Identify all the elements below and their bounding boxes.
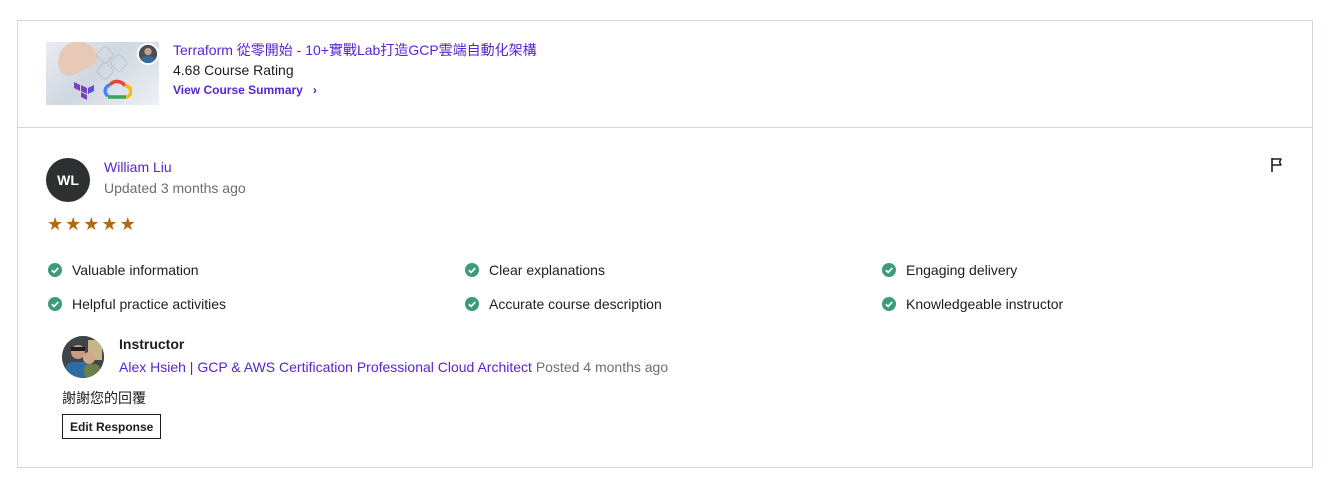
check-circle-icon <box>882 263 896 277</box>
view-course-summary-label: View Course Summary <box>173 83 303 97</box>
instructor-avatar <box>62 336 104 378</box>
review-updated-time: Updated 3 months ago <box>104 180 246 196</box>
feedback-label: Accurate course description <box>489 296 662 312</box>
course-rating: 4.68 Course Rating <box>173 62 294 78</box>
check-circle-icon <box>465 297 479 311</box>
check-circle-icon <box>48 263 62 277</box>
course-title-link[interactable]: Terraform 從零開始 - 10+實戰Lab打造GCP雲端自動化架構 <box>173 40 537 60</box>
star-icon: ★ <box>101 214 118 234</box>
review-section: WL William Liu Updated 3 months ago ★ ★ … <box>18 129 1312 467</box>
terraform-logo-icon <box>74 82 94 100</box>
instructor-avatar-small <box>137 43 159 65</box>
course-header: Terraform 從零開始 - 10+實戰Lab打造GCP雲端自動化架構 4.… <box>18 21 1312 128</box>
review-card: Terraform 從零開始 - 10+實戰Lab打造GCP雲端自動化架構 4.… <box>17 20 1313 468</box>
view-course-summary-link[interactable]: View Course Summary › <box>173 83 317 97</box>
instructor-name-link[interactable]: Alex Hsieh | GCP & AWS Certification Pro… <box>119 359 532 375</box>
feedback-label: Valuable information <box>72 262 199 278</box>
feedback-item: Knowledgeable instructor <box>882 296 1063 312</box>
chevron-right-icon: › <box>312 83 317 97</box>
star-icon: ★ <box>119 214 136 234</box>
person-photo-icon <box>62 336 104 378</box>
feedback-item: Engaging delivery <box>882 262 1017 278</box>
feedback-item: Clear explanations <box>465 262 605 278</box>
feedback-item: Helpful practice activities <box>48 296 226 312</box>
google-cloud-logo-icon <box>103 79 132 99</box>
feedback-item: Valuable information <box>48 262 199 278</box>
check-circle-icon <box>882 297 896 311</box>
feedback-label: Knowledgeable instructor <box>906 296 1064 312</box>
instructor-reply-text: 謝謝您的回覆 <box>62 390 146 406</box>
check-circle-icon <box>465 263 479 277</box>
feedback-label: Helpful practice activities <box>72 296 227 312</box>
edit-response-button[interactable]: Edit Response <box>62 414 162 439</box>
star-rating: ★ ★ ★ ★ ★ <box>47 215 136 233</box>
person-photo-icon <box>139 45 157 63</box>
hand-graphic <box>51 42 101 80</box>
feedback-item: Accurate course description <box>465 296 662 312</box>
feedback-label: Clear explanations <box>489 262 605 278</box>
flag-icon[interactable] <box>1269 157 1285 173</box>
instructor-label: Instructor <box>119 336 185 352</box>
star-icon: ★ <box>47 214 64 234</box>
avatar: WL <box>46 158 90 202</box>
star-icon: ★ <box>83 214 100 234</box>
check-circle-icon <box>48 297 62 311</box>
feedback-label: Engaging delivery <box>906 262 1018 278</box>
star-icon: ★ <box>65 214 82 234</box>
instructor-info: Alex Hsieh | GCP & AWS Certification Pro… <box>119 359 668 375</box>
reviewer-name[interactable]: William Liu <box>104 159 172 175</box>
instructor-posted-time: Posted 4 months ago <box>535 359 669 375</box>
